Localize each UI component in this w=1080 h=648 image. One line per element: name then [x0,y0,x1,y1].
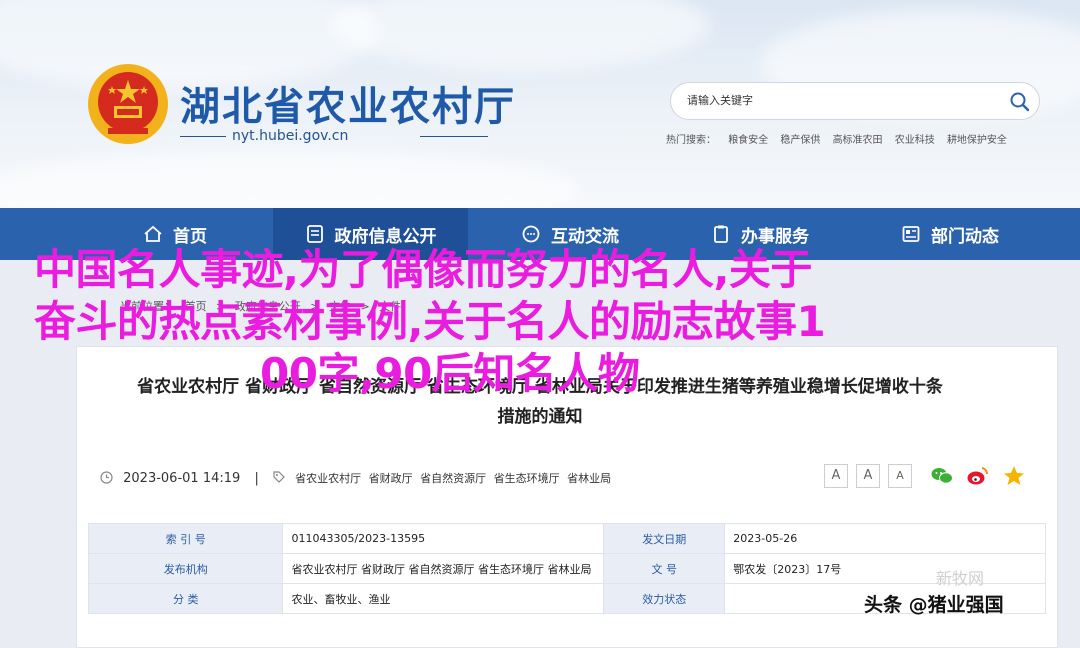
nav-label: 政府信息公开 [334,226,437,247]
issuer-tag: 省林业局 [567,472,612,485]
overlay-headline-line: 00字,90后知名人物 [260,349,640,398]
nav-label: 办事服务 [741,226,809,247]
hot-search-row: 热门搜索： 粮食安全 稳产保供 高标准农田 农业科技 耕地保护安全 [666,131,1016,146]
document-icon [306,225,323,243]
search-icon[interactable] [1009,91,1031,113]
article-meta: 2023-06-01 14:19 | 省农业农村厅 省财政厅 省自然资源厅 省生… [100,470,615,486]
nav-label: 首页 [173,226,207,247]
wechat-share-icon[interactable] [930,464,954,488]
issuer-tag: 省自然资源厅 [420,472,487,485]
clock-icon [100,471,113,484]
chat-icon [522,225,540,243]
url-divider [420,136,488,137]
nav-label: 部门动态 [931,226,999,247]
publish-date: 2023-06-01 14:19 [123,471,241,486]
table-label: 发文日期 [603,523,726,554]
url-divider [180,136,226,137]
national-emblem-icon [88,64,168,144]
hot-search-link[interactable]: 高标准农田 [833,135,883,146]
tag-icon [273,471,285,483]
table-value: 鄂农发〔2023〕17号 [724,553,1046,584]
site-header: 湖北省农业农村厅 nyt.hubei.gov.cn 热门搜索： 粮食安全 稳产保… [0,0,1080,208]
watermark-text: 新牧网 [936,569,985,588]
table-value: 农业、畜牧业、渔业 [282,583,605,614]
issuer-tags: 省农业农村厅 省财政厅 省自然资源厅 省生态环境厅 省林业局 [295,472,615,485]
table-value: 011043305/2023-13595 [282,523,605,554]
table-value: 2023-05-26 [724,523,1046,554]
clipboard-icon [714,225,728,243]
meta-separator: | [254,471,259,486]
table-value: 省农业农村厅 省财政厅 省自然资源厅 省生态环境厅 省林业局 [282,553,605,584]
overlay-headline-line: 中国名人事迹,为了偶像而努力的名人,关于 [34,245,812,294]
weibo-share-icon[interactable] [966,464,990,488]
hot-search-link[interactable]: 耕地保护安全 [947,135,1007,146]
hot-search-link[interactable]: 稳产保供 [780,135,820,146]
font-size-small-button[interactable]: A [888,464,912,488]
table-row: 发布机构 省农业农村厅 省财政厅 省自然资源厅 省生态环境厅 省林业局 文 号 … [87,553,1046,584]
table-label: 效力状态 [603,583,726,614]
hot-search-link[interactable]: 农业科技 [895,135,935,146]
search-box [670,82,1040,120]
home-icon [144,225,162,242]
table-label: 索 引 号 [87,523,284,554]
document-title-line: 措施的通知 [497,407,583,427]
table-label: 文 号 [603,553,726,584]
font-size-medium-button[interactable]: A [856,464,880,488]
qzone-share-icon[interactable] [1002,464,1026,488]
site-title: 湖北省农业农村厅 [180,83,516,130]
hot-search-link[interactable]: 粮食安全 [728,135,768,146]
issuer-tag: 省财政厅 [368,472,413,485]
site-url: nyt.hubei.gov.cn [232,128,349,144]
issuer-tag: 省农业农村厅 [295,472,362,485]
hot-search-label: 热门搜索： [666,135,716,146]
issuer-tag: 省生态环境厅 [493,472,560,485]
overlay-headline: 中国名人事迹,为了偶像而努力的名人,关于 奋斗的热点素材事例,关于名人的励志故事… [34,244,1034,400]
font-size-large-button[interactable]: A [824,464,848,488]
table-row: 索 引 号 011043305/2023-13595 发文日期 2023-05-… [87,523,1046,554]
overlay-headline-line: 奋斗的热点素材事例,关于名人的励志故事1 [34,297,826,346]
nav-label: 互动交流 [551,226,619,247]
source-tag: 头条 @猪业强国 [864,594,1004,616]
table-label: 发布机构 [87,553,284,584]
table-label: 分 类 [87,583,284,614]
search-input[interactable] [685,93,989,108]
news-icon [902,226,920,242]
